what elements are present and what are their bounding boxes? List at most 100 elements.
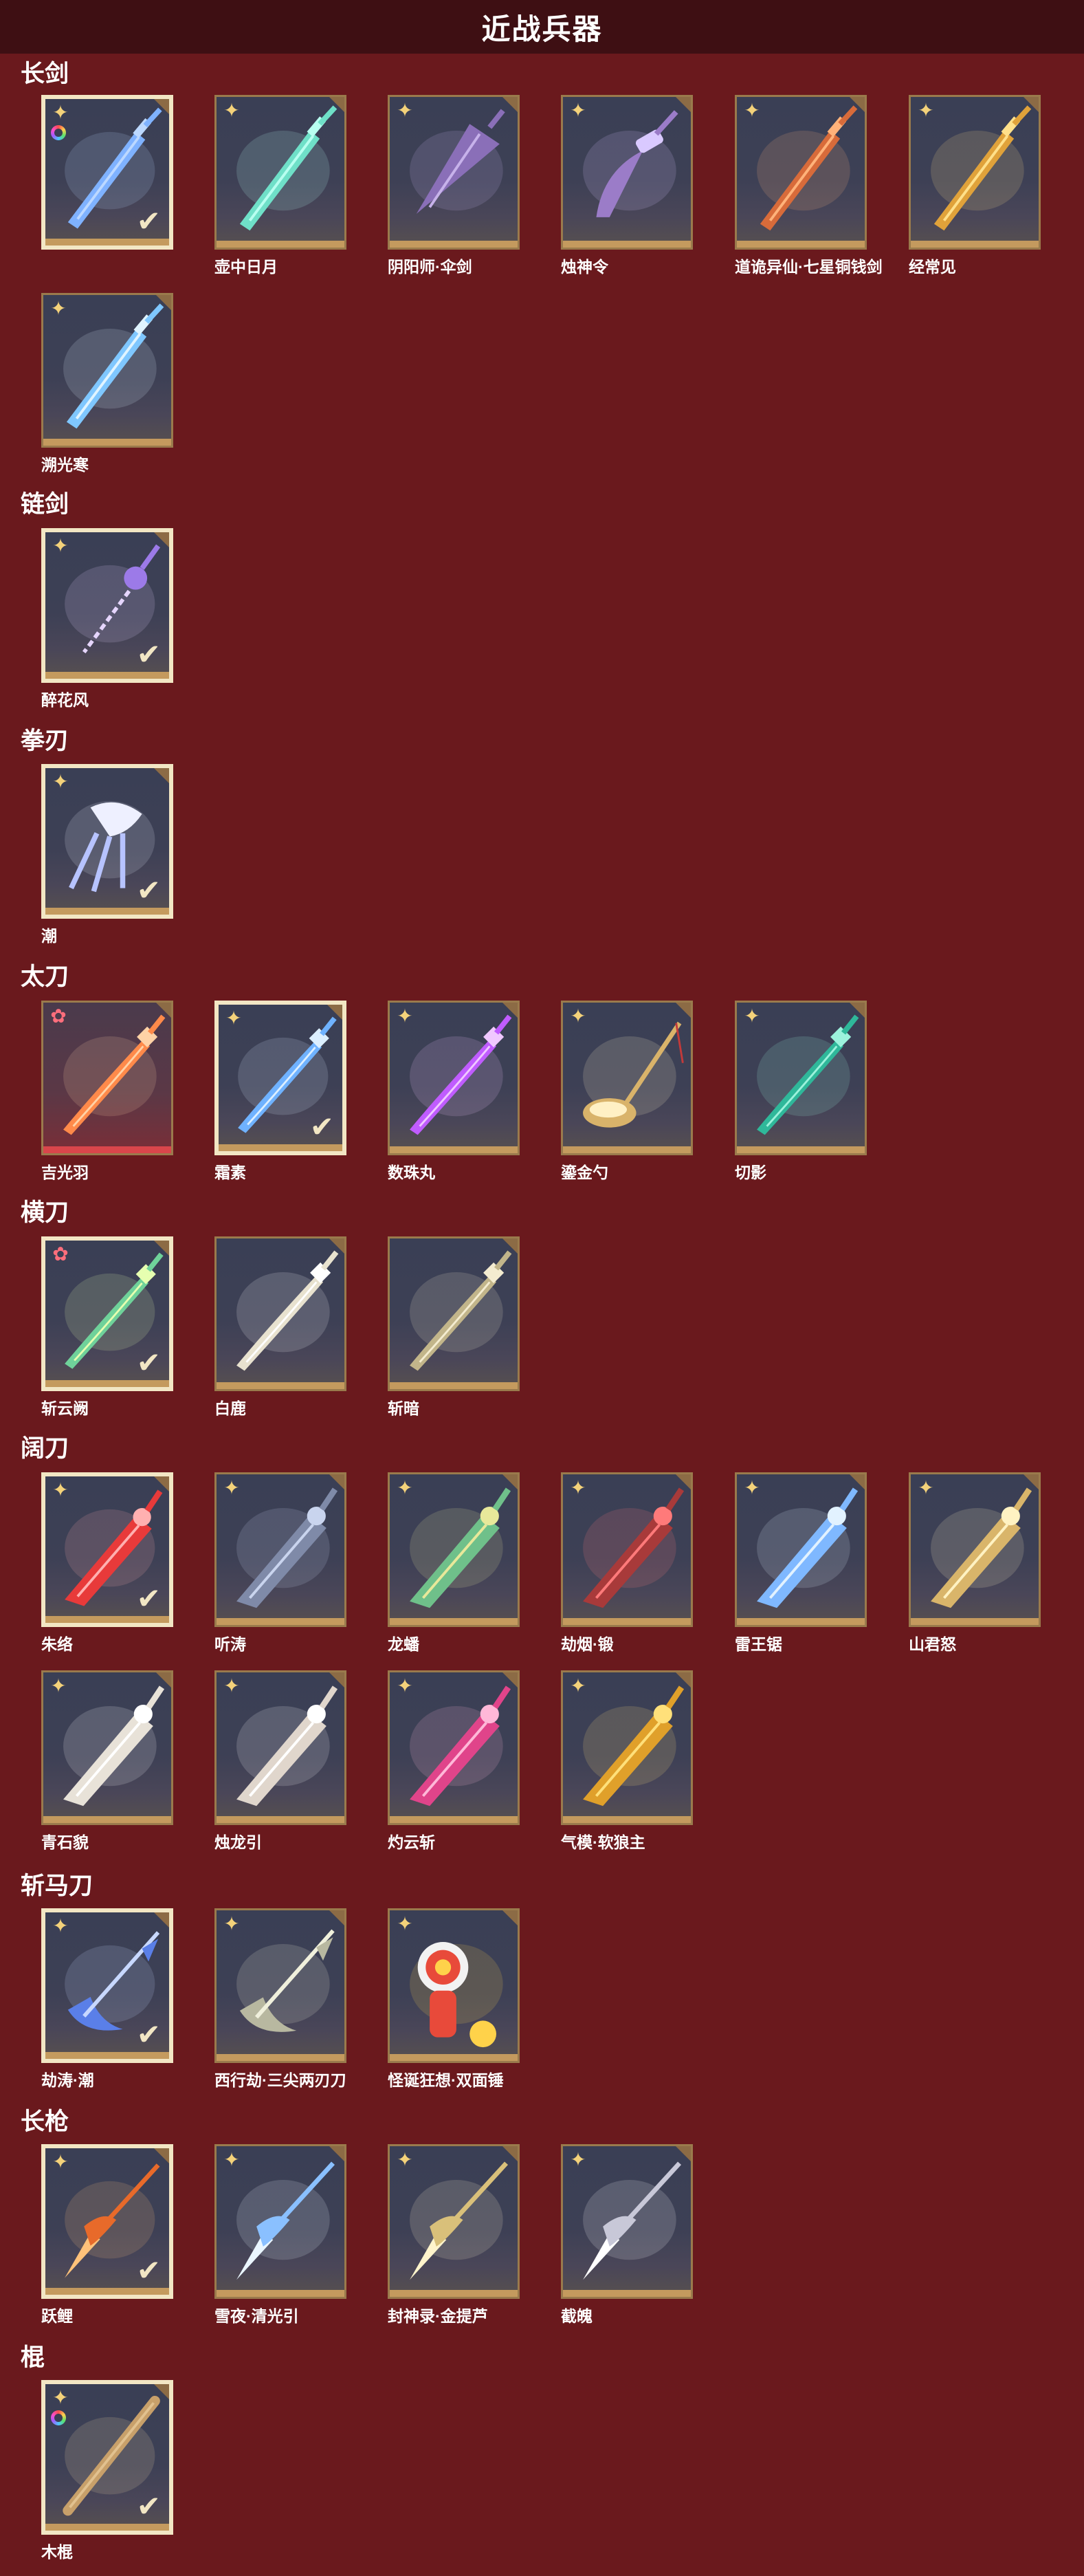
weapon-card[interactable]: ✦ 经常见 — [909, 95, 1041, 277]
corner-tab — [329, 2146, 344, 2161]
weapon-card[interactable]: ✦ ✔ 劫涛·潮 — [41, 1908, 173, 2091]
weapon-tile[interactable]: ✦ — [214, 2144, 346, 2299]
weapon-tile[interactable]: ✦ ✔ — [41, 95, 173, 250]
weapon-tile[interactable] — [388, 1236, 520, 1391]
weapon-tile[interactable]: ✦ — [561, 1472, 693, 1627]
weapon-tile[interactable]: ✦ — [214, 1670, 346, 1825]
weapon-card[interactable]: ✦ 溯光寒 — [41, 293, 173, 475]
rarity-bar — [563, 1618, 691, 1625]
weapon-card[interactable]: ✦ ✔ 跃鲤 — [41, 2144, 173, 2326]
weapon-card[interactable]: ✦ ✔ 朱络 — [41, 1472, 173, 1655]
weapon-card[interactable]: ✦ ✔ 潮 — [41, 764, 173, 946]
weapon-card[interactable]: ✦ 西行劫·三尖两刃刀 — [214, 1908, 346, 2091]
corner-tab — [329, 1238, 344, 1254]
weapon-card[interactable]: ✦ 气模·软狼主 — [561, 1670, 693, 1853]
page-header: 近战兵器 — [0, 0, 1084, 54]
checkmark-icon: ✔ — [136, 2018, 161, 2051]
weapon-tile[interactable]: ✦ — [561, 1670, 693, 1825]
weapon-card[interactable]: ✦ 烛神令 — [561, 95, 693, 277]
weapon-card[interactable]: ✦ 封神录·金提芦 — [388, 2144, 520, 2326]
rarity-bar — [563, 241, 691, 248]
rarity-bar — [45, 239, 169, 245]
weapon-tile[interactable]: ✦ — [388, 95, 520, 250]
weapon-card[interactable]: ✦ 怪诞狂想·双面锤 — [388, 1908, 520, 2091]
checkmark-icon: ✔ — [136, 638, 161, 670]
weapon-tile[interactable]: ✦ — [735, 1472, 867, 1627]
weapon-tile[interactable]: ✦ — [388, 1908, 520, 2063]
weapon-tile[interactable]: ✦ — [214, 1908, 346, 2063]
weapon-tile[interactable]: ✦ ✔ — [41, 2144, 173, 2299]
weapon-card[interactable]: ✦ ✔ 醉花风 — [41, 528, 173, 710]
star-icon: ✦ — [52, 2387, 69, 2408]
corner-tab — [329, 1672, 344, 1688]
rarity-bar — [217, 1618, 344, 1625]
rarity-bar — [390, 2290, 518, 2297]
weapon-card[interactable]: ✦ 山君怒 — [909, 1472, 1041, 1655]
weapon-card[interactable]: 斩暗 — [388, 1236, 520, 1419]
weapon-tile[interactable]: ✿ ✔ — [41, 1236, 173, 1391]
weapon-card[interactable]: ✦ ✔ 木棍 — [41, 2380, 173, 2562]
weapon-card[interactable]: ✦ 切影 — [735, 1001, 867, 1183]
corner-tab — [850, 1003, 865, 1018]
weapon-tile[interactable]: ✦ ✔ — [41, 528, 173, 683]
weapon-tile[interactable]: ✦ — [561, 2144, 693, 2299]
weapon-card[interactable]: ✦ 青石貌 — [41, 1670, 173, 1853]
star-icon: ✦ — [50, 1675, 67, 1696]
rarity-bar — [390, 1816, 518, 1823]
weapon-card[interactable]: ✦ 劫烟·锻 — [561, 1472, 693, 1655]
weapon-tile[interactable]: ✦ ✔ — [214, 1001, 346, 1155]
weapon-tile[interactable]: ✦ — [388, 1001, 520, 1155]
weapon-card[interactable]: ✦ 截魄 — [561, 2144, 693, 2326]
weapon-card[interactable]: ✦ 雷王锯 — [735, 1472, 867, 1655]
weapon-tile[interactable]: ✿ — [41, 1001, 173, 1155]
weapon-card[interactable]: ✦ 壶中日月 — [214, 95, 346, 277]
weapon-tile[interactable]: ✦ — [388, 1670, 520, 1825]
weapon-name: 山君怒 — [909, 1635, 956, 1653]
weapon-tile[interactable]: ✦ — [909, 1472, 1041, 1627]
weapon-card[interactable]: ✦ 道诡异仙·七星铜钱剑 — [735, 95, 883, 277]
weapon-tile[interactable]: ✦ — [388, 2144, 520, 2299]
rarity-bar — [43, 1146, 171, 1153]
star-icon: ✦ — [397, 1005, 413, 1027]
weapon-card[interactable]: ✦ 龙蟠 — [388, 1472, 520, 1655]
weapon-card[interactable]: ✦ ✔ 霜素 — [214, 1001, 346, 1183]
star-icon: ✦ — [397, 1675, 413, 1696]
weapon-tile[interactable]: ✦ — [561, 95, 693, 250]
weapon-tile[interactable]: ✦ — [388, 1472, 520, 1627]
weapon-card[interactable]: ✦ 烛龙引 — [214, 1670, 346, 1853]
rarity-bar — [217, 2290, 344, 2297]
checkmark-icon: ✔ — [136, 2490, 161, 2522]
weapon-tile[interactable]: ✦ — [214, 1472, 346, 1627]
weapon-tile[interactable]: ✦ ✔ — [41, 1908, 173, 2063]
weapon-card[interactable]: ✦ 鎏金勺 — [561, 1001, 693, 1183]
weapon-tile[interactable]: ✦ — [561, 1001, 693, 1155]
weapon-card[interactable]: ✿ ✔ 斩云阙 — [41, 1236, 173, 1419]
weapon-tile[interactable]: ✦ — [41, 293, 173, 448]
weapon-card[interactable]: ✦ 阴阳师·伞剑 — [388, 95, 520, 277]
star-icon: ✦ — [397, 1913, 413, 1934]
section-title-4: 横刀 — [21, 1199, 69, 1226]
weapon-card[interactable]: ✦ 灼云斩 — [388, 1670, 520, 1853]
weapon-tile[interactable] — [214, 1236, 346, 1391]
weapon-card[interactable]: ✦ 数珠丸 — [388, 1001, 520, 1183]
weapon-tile[interactable]: ✦ — [41, 1670, 173, 1825]
weapon-tile[interactable]: ✦ ✔ — [41, 764, 173, 919]
star-icon: ✦ — [570, 1477, 586, 1498]
weapon-tile[interactable]: ✦ — [735, 1001, 867, 1155]
weapon-card[interactable]: ✦ 雪夜·清光引 — [214, 2144, 346, 2326]
section-title-6: 斩马刀 — [21, 1873, 93, 1899]
weapon-tile[interactable]: ✦ ✔ — [41, 2380, 173, 2535]
weapon-card[interactable]: 白鹿 — [214, 1236, 346, 1419]
weapon-tile[interactable]: ✦ — [735, 95, 867, 250]
weapon-card[interactable]: ✿ 吉光羽 — [41, 1001, 173, 1183]
star-icon: ✦ — [918, 1477, 934, 1498]
weapon-tile[interactable]: ✦ — [214, 95, 346, 250]
weapon-card[interactable]: ✦ 听涛 — [214, 1472, 346, 1655]
weapon-tile[interactable]: ✦ ✔ — [41, 1472, 173, 1627]
section-title-3: 太刀 — [21, 963, 69, 990]
corner-tab — [154, 532, 169, 547]
star-icon: ✦ — [570, 1675, 586, 1696]
weapon-tile[interactable]: ✦ — [909, 95, 1041, 250]
weapon-card[interactable]: ✦ ✔ — [41, 95, 173, 254]
corner-tab — [154, 1912, 169, 1928]
